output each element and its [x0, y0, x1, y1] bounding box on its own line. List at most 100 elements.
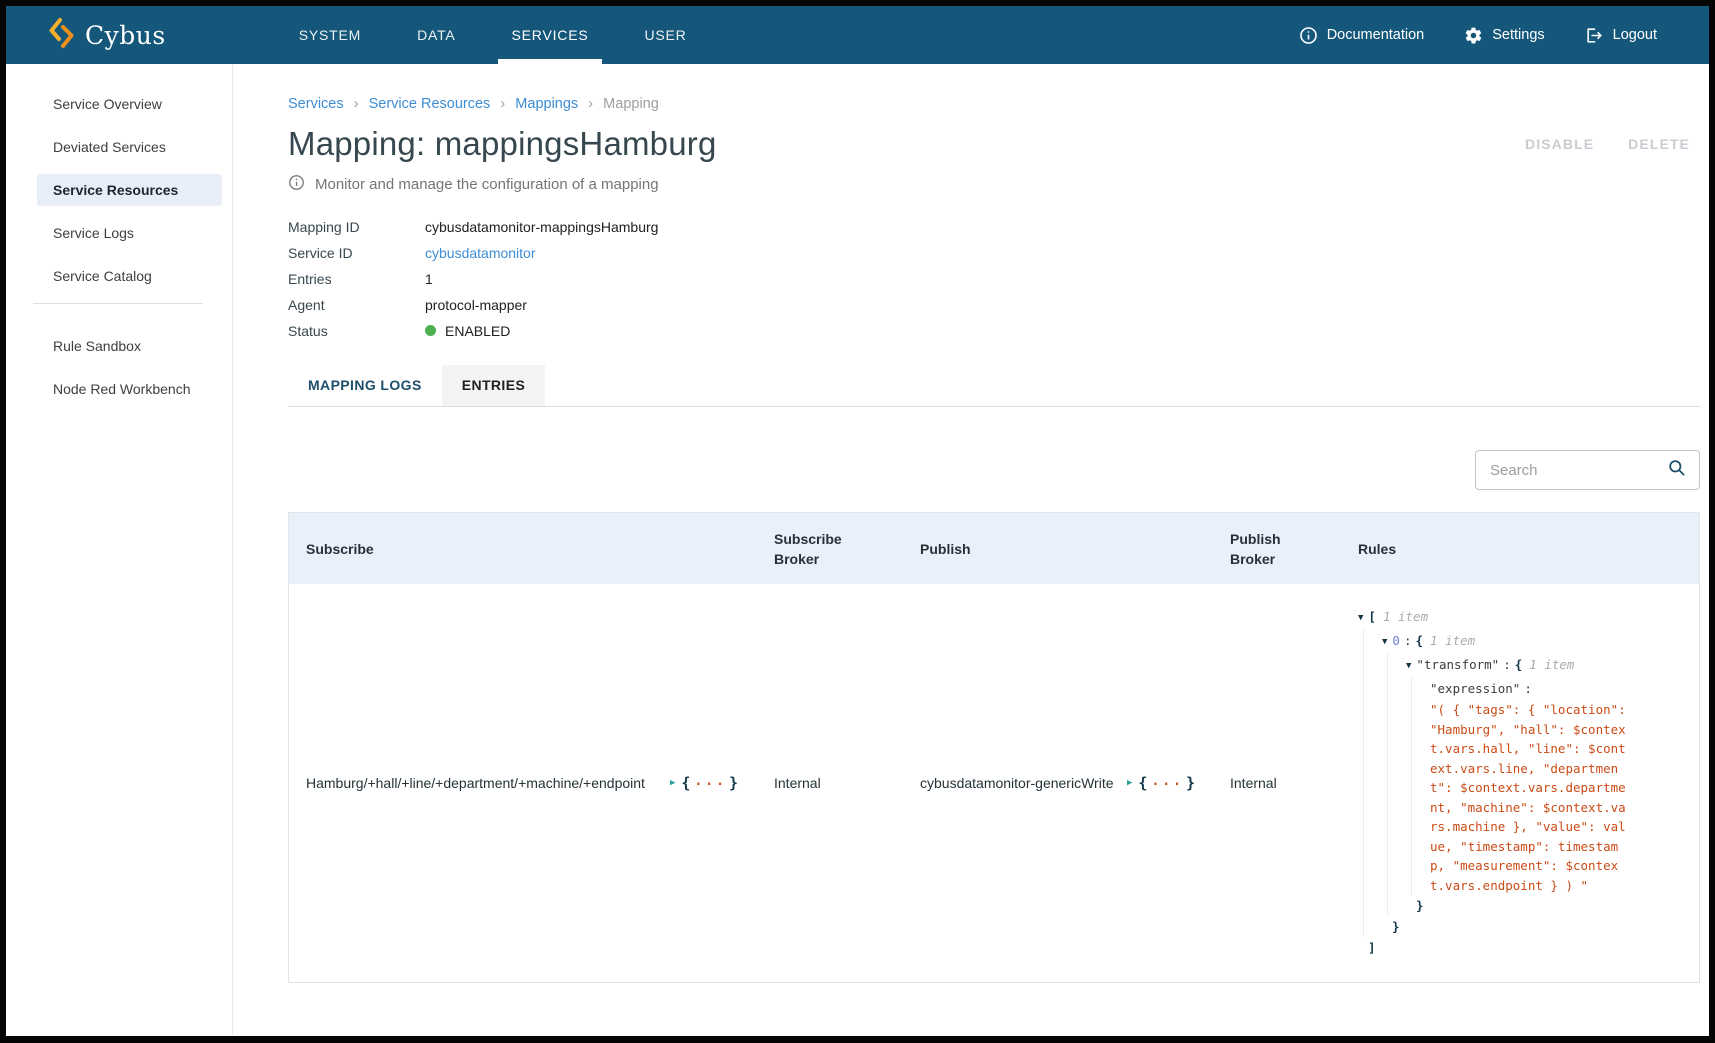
detail-value: cybusdatamonitor-mappingsHamburg	[425, 219, 658, 235]
status-dot	[425, 325, 436, 336]
json-root-children: ▼0:{1 item ▼"transform":{1 item "express…	[1363, 630, 1632, 937]
detail-row-entries: Entries 1	[288, 270, 1700, 287]
expand-arrow-icon[interactable]: ▶	[670, 778, 675, 788]
detail-value: protocol-mapper	[425, 297, 527, 313]
json-index-children: ▼"transform":{1 item "expression": "( { …	[1387, 654, 1632, 916]
breadcrumb-separator: ›	[354, 95, 359, 112]
detail-row-agent: Agent protocol-mapper	[288, 296, 1700, 313]
collapsed-ellipsis[interactable]: ...	[694, 774, 726, 789]
collapse-arrow-icon[interactable]: ▼	[1382, 632, 1387, 653]
sidebar-item-service-catalog[interactable]: Service Catalog	[37, 260, 222, 292]
json-close-index: }	[1382, 916, 1632, 937]
column-header-subscribe: Subscribe	[289, 539, 757, 559]
item-count: 1 item	[1430, 633, 1475, 648]
sidebar-item-service-overview[interactable]: Service Overview	[37, 88, 222, 120]
breadcrumb-separator: ›	[500, 95, 505, 112]
delete-button[interactable]: DELETE	[1618, 128, 1700, 160]
detail-label: Mapping ID	[288, 219, 425, 235]
gear-icon	[1464, 26, 1483, 45]
brand[interactable]: Cybus	[6, 6, 166, 64]
json-transform-row: ▼"transform":{1 item	[1406, 654, 1632, 678]
subscribe-topic: Hamburg/+hall/+line/+department/+machine…	[306, 772, 661, 794]
detail-value: 1	[425, 271, 433, 287]
cybus-logo-icon	[48, 17, 75, 54]
sidebar-item-service-logs[interactable]: Service Logs	[37, 217, 222, 249]
publish-object-expander[interactable]: ▶ { ... }	[1127, 774, 1195, 793]
rules-cell: ▼[1 item ▼0:{1 item ▼"transform":{1 item	[1341, 584, 1699, 982]
collapsed-ellipsis[interactable]: ...	[1151, 774, 1183, 789]
page-subtitle: Monitor and manage the configuration of …	[315, 176, 659, 193]
top-navbar: Cybus SYSTEM DATA SERVICES USER Document…	[6, 6, 1709, 64]
primary-nav: SYSTEM DATA SERVICES USER	[271, 6, 715, 64]
page-actions: DISABLE DELETE	[1515, 128, 1700, 160]
column-header-subscribe-broker: Subscribe Broker	[757, 529, 903, 569]
table-row: Hamburg/+hall/+line/+department/+machine…	[289, 584, 1699, 982]
rules-json-tree: ▼[1 item ▼0:{1 item ▼"transform":{1 item	[1358, 606, 1632, 958]
main-content: Services › Service Resources › Mappings …	[233, 64, 1709, 1036]
brand-name: Cybus	[85, 21, 166, 50]
detail-label: Entries	[288, 271, 425, 287]
json-expression-row: "expression":	[1430, 678, 1632, 699]
search-input[interactable]	[1490, 462, 1667, 479]
nav-tab-data[interactable]: DATA	[389, 6, 483, 64]
nav-tab-system[interactable]: SYSTEM	[271, 6, 389, 64]
content-tabs: MAPPING LOGS ENTRIES	[288, 365, 1700, 407]
detail-label: Agent	[288, 297, 425, 313]
breadcrumb-link-services[interactable]: Services	[288, 96, 344, 112]
column-header-publish: Publish	[903, 539, 1213, 559]
json-root-row: ▼[1 item	[1358, 606, 1632, 630]
item-count: 1 item	[1383, 609, 1428, 624]
expand-arrow-icon[interactable]: ▶	[1127, 778, 1132, 788]
collapse-arrow-icon[interactable]: ▼	[1406, 656, 1411, 677]
sidebar-item-deviated-services[interactable]: Deviated Services	[37, 131, 222, 163]
expression-value[interactable]: "( { "tags": { "location": "Hamburg", "h…	[1430, 700, 1632, 895]
sidebar-item-rule-sandbox[interactable]: Rule Sandbox	[37, 330, 222, 362]
publish-cell: cybusdatamonitor-genericWrite ▶ { ... }	[903, 584, 1213, 982]
tab-entries[interactable]: ENTRIES	[442, 365, 545, 406]
detail-row-status: Status ENABLED	[288, 322, 1700, 339]
subscribe-broker-value: Internal	[774, 775, 821, 791]
breadcrumb-current: Mapping	[603, 96, 659, 112]
item-count: 1 item	[1529, 657, 1574, 672]
json-close-root: ]	[1358, 937, 1632, 958]
nav-tab-services[interactable]: SERVICES	[484, 6, 617, 64]
status-badge: ENABLED	[445, 323, 510, 339]
sidebar-item-service-resources[interactable]: Service Resources	[37, 174, 222, 206]
sidebar-item-node-red-workbench[interactable]: Node Red Workbench	[37, 373, 222, 405]
detail-row-service-id: Service ID cybusdatamonitor	[288, 244, 1700, 261]
json-close-transform: }	[1406, 895, 1632, 916]
detail-row-mapping-id: Mapping ID cybusdatamonitor-mappingsHamb…	[288, 218, 1700, 235]
logout-button[interactable]: Logout	[1585, 26, 1657, 45]
service-id-link[interactable]: cybusdatamonitor	[425, 245, 536, 261]
logout-icon	[1585, 26, 1604, 45]
breadcrumb: Services › Service Resources › Mappings …	[288, 95, 1700, 112]
breadcrumb-link-mappings[interactable]: Mappings	[515, 96, 578, 112]
sidebar: Service Overview Deviated Services Servi…	[6, 64, 233, 1036]
info-circle-icon	[288, 174, 305, 195]
mapping-details: Mapping ID cybusdatamonitor-mappingsHamb…	[288, 218, 1700, 339]
breadcrumb-link-service-resources[interactable]: Service Resources	[369, 96, 491, 112]
nav-tab-user[interactable]: USER	[616, 6, 714, 64]
json-index-row: ▼0:{1 item	[1382, 630, 1632, 654]
subscribe-cell: Hamburg/+hall/+line/+department/+machine…	[289, 584, 757, 982]
tab-mapping-logs[interactable]: MAPPING LOGS	[288, 365, 442, 406]
entries-table: Subscribe Subscribe Broker Publish Publi…	[288, 512, 1700, 983]
detail-label: Status	[288, 323, 425, 339]
subscribe-object-expander[interactable]: ▶ { ... }	[670, 774, 738, 793]
sidebar-divider	[33, 303, 203, 304]
detail-label: Service ID	[288, 245, 425, 261]
publish-broker-cell: Internal	[1213, 584, 1341, 982]
disable-button[interactable]: DISABLE	[1515, 128, 1604, 160]
publish-endpoint: cybusdatamonitor-genericWrite	[920, 773, 1118, 794]
navbar-actions: Documentation Settings Logout	[1299, 6, 1709, 64]
breadcrumb-separator: ›	[588, 95, 593, 112]
subscribe-broker-cell: Internal	[757, 584, 903, 982]
publish-broker-value: Internal	[1230, 775, 1277, 791]
search-icon[interactable]	[1667, 458, 1686, 482]
column-header-rules: Rules	[1341, 539, 1699, 559]
page-title: Mapping: mappingsHamburg	[288, 125, 717, 163]
documentation-button[interactable]: Documentation	[1299, 26, 1425, 45]
settings-button[interactable]: Settings	[1464, 26, 1544, 45]
collapse-arrow-icon[interactable]: ▼	[1358, 608, 1363, 629]
search-box	[1475, 450, 1700, 490]
